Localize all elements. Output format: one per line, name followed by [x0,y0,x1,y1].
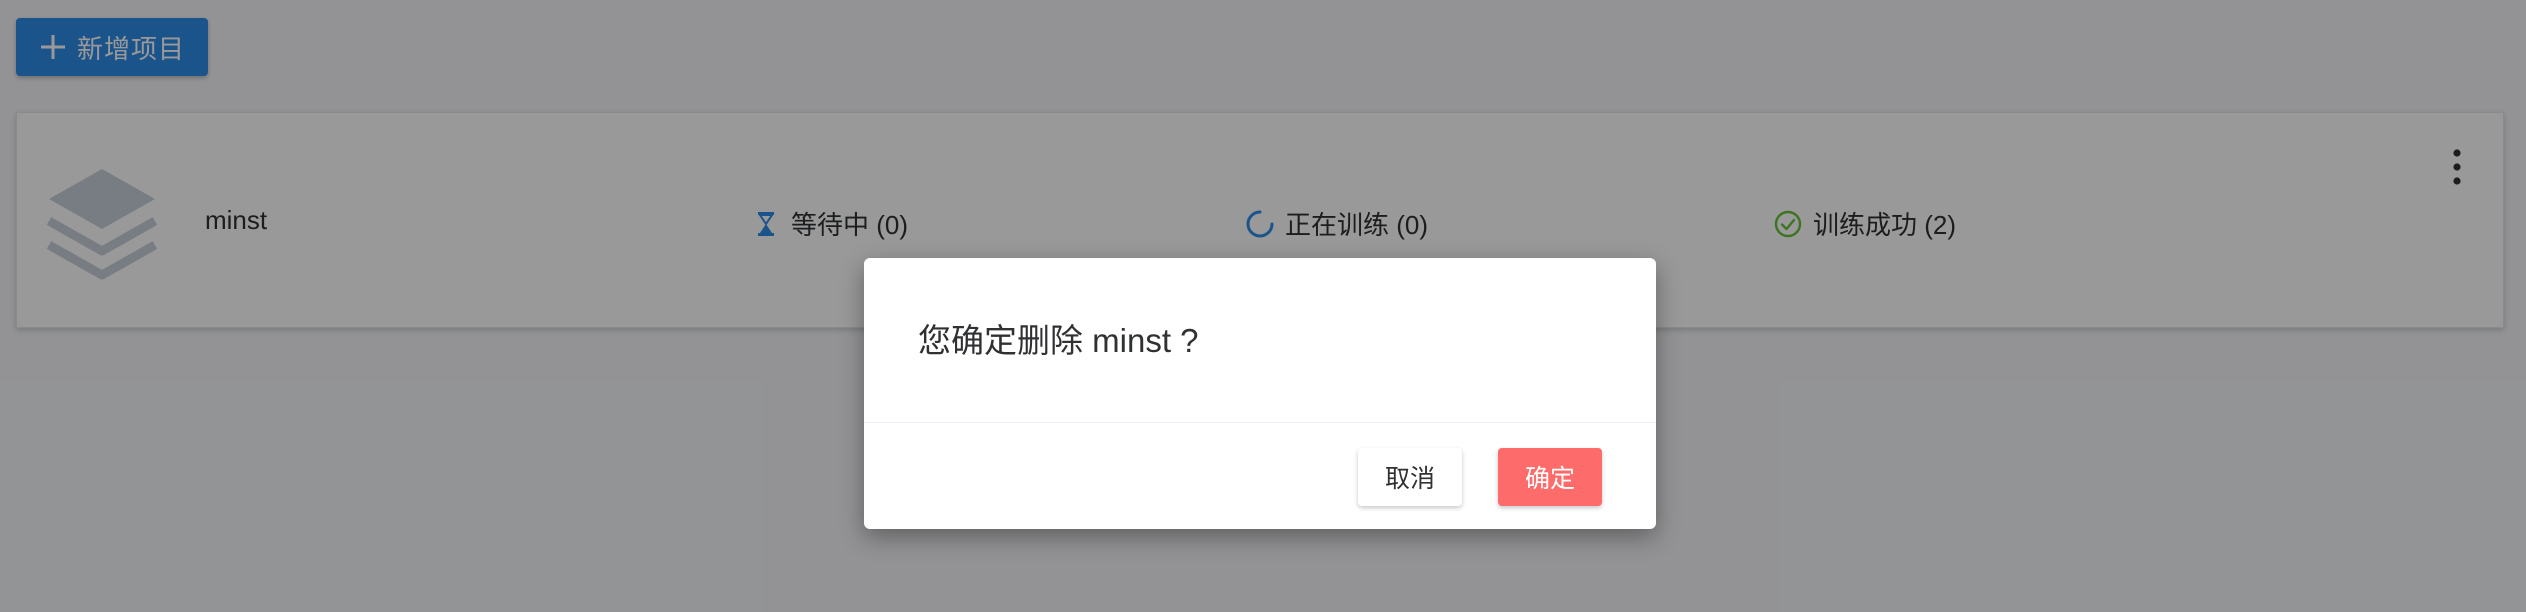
dialog-divider [864,422,1656,423]
confirm-delete-dialog: 您确定删除 minst ? 取消 确定 [864,258,1656,529]
cancel-button[interactable]: 取消 [1358,448,1462,506]
dialog-message: 您确定删除 minst ? [918,322,1199,359]
confirm-button[interactable]: 确定 [1498,448,1602,506]
